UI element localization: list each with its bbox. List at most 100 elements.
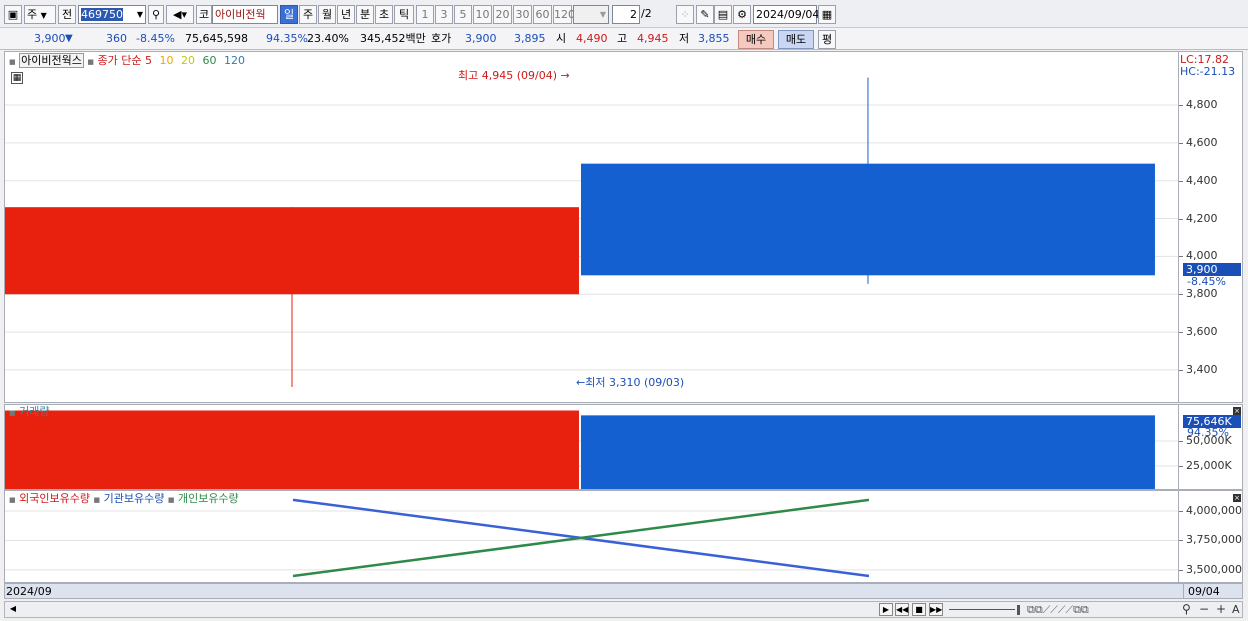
chevron-down-icon[interactable]: ▼ bbox=[137, 6, 143, 23]
table-icon[interactable]: ▦ bbox=[11, 72, 23, 84]
trade-amount: 345,452백만 bbox=[360, 32, 426, 45]
high-annotation: 최고 4,945 (09/04) → bbox=[458, 69, 570, 82]
period-year[interactable]: 년 bbox=[337, 5, 355, 24]
price-axis: 3,400 3,600 3,800 4,000 4,200 4,400 4,600 4,800… bbox=[1179, 51, 1243, 403]
scroll-right-icon[interactable]: ▶ bbox=[879, 603, 893, 616]
market-select[interactable]: 주 ▼ bbox=[24, 5, 56, 24]
price-axis-tick-label: 4,200 bbox=[1186, 211, 1218, 225]
stop-icon[interactable]: ■ bbox=[912, 603, 926, 616]
change-percent: -8.45% bbox=[136, 32, 175, 45]
zoom-in-icon[interactable]: + bbox=[1216, 602, 1226, 617]
period-minute[interactable]: 분 bbox=[356, 5, 374, 24]
sell-button[interactable]: 매도 bbox=[778, 30, 814, 49]
drawing-tools-icon[interactable]: ⧉⧉⟋⟋⟋⟋⧉⧉ bbox=[1027, 602, 1089, 617]
interval-5[interactable]: 5 bbox=[454, 5, 472, 24]
period-day[interactable]: 일 bbox=[280, 5, 298, 24]
skip-back-icon[interactable]: ◀◀ bbox=[895, 603, 909, 616]
compare-icon[interactable]: ⁘ bbox=[676, 5, 694, 24]
prev-button[interactable]: 전 bbox=[58, 5, 76, 24]
interval-3[interactable]: 3 bbox=[435, 5, 453, 24]
stock-name-field[interactable]: 아이비전웍 bbox=[212, 5, 278, 24]
volume-value: 75,645,598 bbox=[185, 32, 248, 45]
price-chart-pane[interactable]: ■ 아이비전웍스 ■ 종가 단순 5 10 20 60 120 ▦ 최고 4,9… bbox=[4, 51, 1179, 403]
volume-label[interactable]: 거래량 bbox=[19, 405, 49, 418]
period-tick[interactable]: 틱 bbox=[394, 5, 414, 24]
arrow-right-icon: → bbox=[560, 69, 570, 82]
speaker-icon[interactable]: ◀▾ bbox=[166, 5, 194, 24]
scroll-left-icon[interactable]: ◀ bbox=[6, 603, 20, 616]
auto-scale-icon[interactable]: A bbox=[1232, 602, 1240, 617]
current-pct-tag: -8.45% bbox=[1187, 275, 1226, 288]
chart-menu-icon[interactable]: ▣ bbox=[4, 5, 22, 24]
draw-tool-icon[interactable]: ✎ bbox=[696, 5, 714, 24]
code-input[interactable]: 469750 ▼ bbox=[78, 5, 146, 24]
search-icon[interactable]: ⚲ bbox=[148, 5, 164, 24]
low-annotation: ←최저 3,310 (09/03) bbox=[576, 376, 685, 389]
price-change: 360 bbox=[106, 32, 127, 45]
calendar-icon[interactable]: ▦ bbox=[818, 5, 836, 24]
interval-10[interactable]: 10 bbox=[473, 5, 492, 24]
ma-period-20: 20 bbox=[180, 54, 195, 67]
interval-60[interactable]: 60 bbox=[533, 5, 552, 24]
price-axis-tick-label: 4,400 bbox=[1186, 173, 1218, 187]
price-axis-tick bbox=[1179, 369, 1183, 371]
gear-icon[interactable]: ⚙ bbox=[733, 5, 751, 24]
interval-1[interactable]: 1 bbox=[416, 5, 434, 24]
market-value: 주 bbox=[27, 8, 38, 21]
hc-value: HC:-21.13 bbox=[1180, 65, 1236, 78]
save-icon[interactable]: ▤ bbox=[714, 5, 732, 24]
volume-ratio-tag: 94.35% bbox=[1187, 426, 1229, 439]
volume-bar bbox=[580, 415, 1155, 489]
page-input[interactable]: 2 bbox=[612, 5, 640, 24]
volume-chart bbox=[5, 410, 1178, 489]
interval-30[interactable]: 30 bbox=[513, 5, 532, 24]
holdings-chart-pane[interactable]: ■ 외국인보유수량 ■ 기관보유수량 ■ 개인보유수량 bbox=[4, 490, 1179, 583]
turnover-rate: 23.40% bbox=[307, 32, 349, 45]
zoom-search-icon[interactable]: ⚲ bbox=[1182, 602, 1191, 617]
legend-institution[interactable]: 기관보유수량 bbox=[104, 492, 165, 505]
stock-name-label[interactable]: 아이비전웍스 bbox=[19, 53, 84, 68]
volume-axis-tick-label: 25,000K bbox=[1186, 459, 1232, 472]
flat-button[interactable]: 평 bbox=[818, 30, 836, 49]
period-second[interactable]: 초 bbox=[375, 5, 393, 24]
skip-forward-icon[interactable]: ▶▶ bbox=[929, 603, 943, 616]
buy-button[interactable]: 매수 bbox=[738, 30, 774, 49]
interval-120[interactable]: 120 bbox=[553, 5, 575, 24]
ask-price: 3,900 bbox=[465, 32, 497, 45]
legend-individual[interactable]: 개인보유수량 bbox=[178, 492, 239, 505]
holdings-axis-tick-label: 4,000,000 bbox=[1186, 504, 1242, 517]
hoga-label: 호가 bbox=[431, 32, 452, 45]
zoom-slider[interactable] bbox=[949, 609, 1015, 610]
price-axis-tick-label: 3,600 bbox=[1186, 325, 1218, 339]
close-icon[interactable]: × bbox=[1233, 494, 1241, 502]
zoom-out-icon[interactable]: − bbox=[1199, 602, 1209, 617]
down-arrow-icon: ▼ bbox=[65, 33, 73, 44]
price-axis-tick bbox=[1179, 180, 1183, 182]
close-icon[interactable]: × bbox=[1233, 407, 1241, 415]
divider bbox=[1183, 584, 1184, 598]
holdings-axis-tick bbox=[1179, 569, 1183, 571]
price-axis-tick bbox=[1179, 256, 1183, 258]
holdings-axis: 3,500,000 3,750,000 4,000,000 × bbox=[1179, 490, 1243, 583]
legend-foreign[interactable]: 외국인보유수량 bbox=[19, 492, 90, 505]
period-week[interactable]: 주 bbox=[299, 5, 317, 24]
price-axis-tick-label: 4,800 bbox=[1186, 97, 1218, 111]
date-input[interactable]: 2024/09/04 bbox=[753, 5, 819, 24]
volume-axis: 25,000K 50,000K 75,646K 94.35% × bbox=[1179, 404, 1243, 490]
volume-ratio: 94.35% bbox=[266, 32, 308, 45]
high-label: 고 bbox=[617, 32, 628, 45]
volume-chart-pane[interactable]: ■ 거래량 bbox=[4, 404, 1179, 490]
interval-20[interactable]: 20 bbox=[493, 5, 512, 24]
period-month[interactable]: 월 bbox=[318, 5, 336, 24]
ma-period-60: 60 bbox=[202, 54, 217, 67]
zoom-slider-handle[interactable] bbox=[1017, 605, 1020, 615]
code-value: 469750 bbox=[81, 8, 123, 21]
market-type-button[interactable]: 코 bbox=[196, 5, 212, 24]
interval-select[interactable]: ▼ bbox=[573, 5, 609, 24]
date-axis-bar: 2024/09 09/04 bbox=[4, 583, 1243, 599]
chart-scrollbar[interactable]: ◀ ▶ ◀◀ ■ ▶▶ ⧉⧉⟋⟋⟋⟋⧉⧉ ⚲ − + A bbox=[4, 601, 1243, 618]
right-date: 09/04 bbox=[1188, 585, 1220, 598]
holdings-axis-tick bbox=[1179, 511, 1183, 512]
chevron-down-icon: ▼ bbox=[40, 11, 47, 20]
ma-label[interactable]: 종가 단순 bbox=[97, 54, 141, 67]
